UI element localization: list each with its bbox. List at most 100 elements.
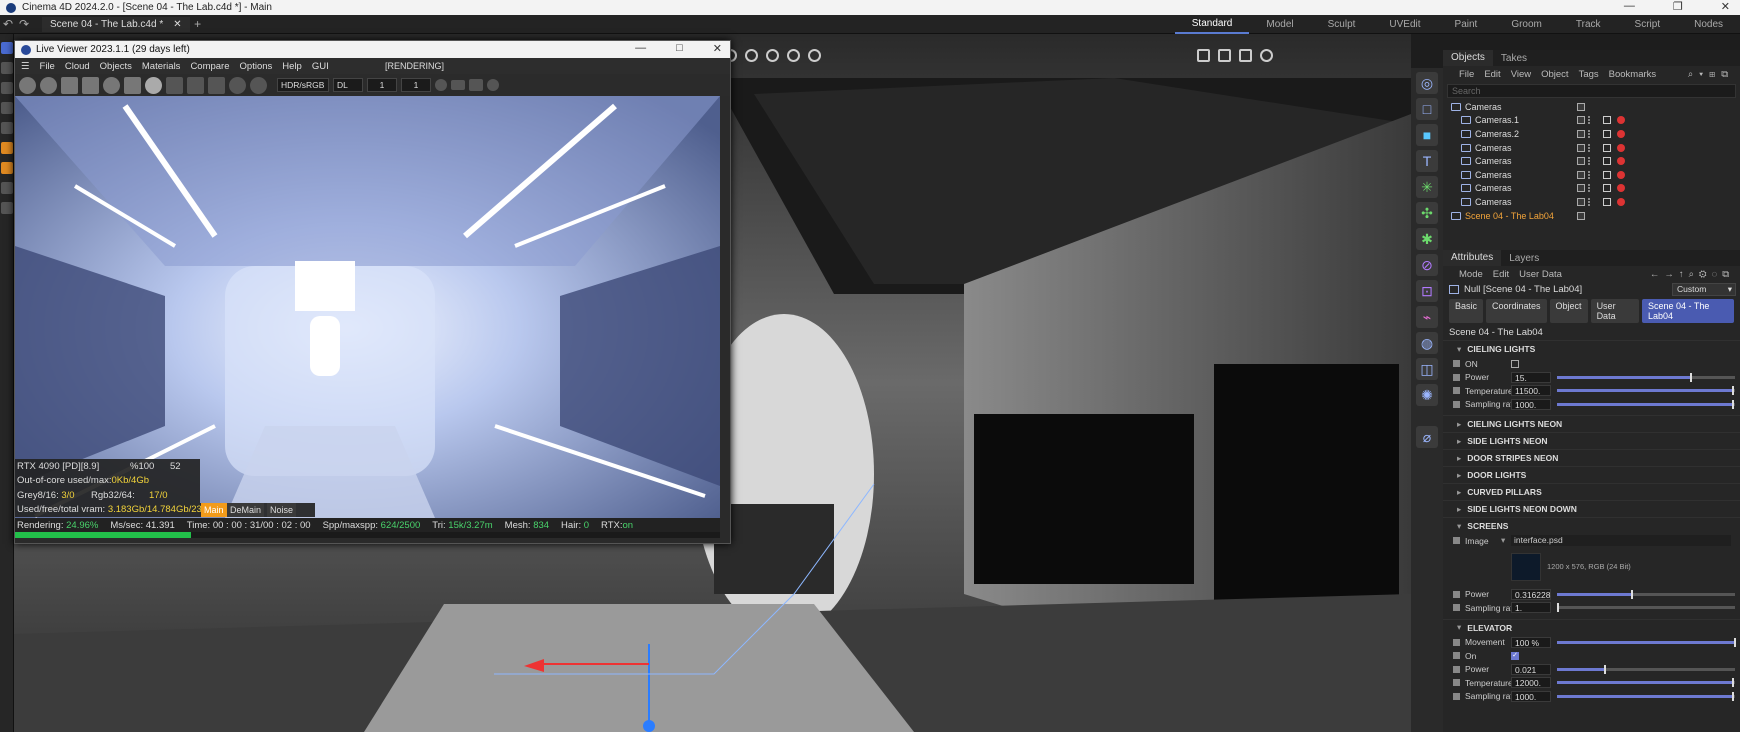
object-manager-tool-icons[interactable]: ⌕▾⊞⧉ [1688,69,1734,80]
document-tab[interactable]: Scene 04 - The Lab.c4d * ✕ [42,16,190,32]
object-row[interactable]: Cameras.2 [1443,127,1740,141]
object-row[interactable]: Cameras [1443,154,1740,168]
visibility-toggle[interactable] [1577,184,1585,193]
visibility-dots[interactable] [1588,170,1592,179]
object-row[interactable]: Cameras [1443,141,1740,155]
target-tag-icon[interactable] [1603,197,1611,206]
environment-icon[interactable]: ◍ [1416,332,1438,354]
settings-icon[interactable] [103,76,120,94]
lv-menu-cloud[interactable]: Cloud [65,61,90,72]
menu-file[interactable]: File [1459,69,1474,80]
lock-icon[interactable] [124,76,141,94]
menu-object[interactable]: Object [1541,69,1568,80]
axis-icon[interactable] [1,162,13,174]
elevator-power-field[interactable]: 0.021 [1511,663,1551,675]
render-gear-icon[interactable] [766,49,779,62]
chevron-down-icon[interactable]: ▾ [1501,535,1505,546]
screens-power-field[interactable]: 0.316228 [1511,588,1551,600]
page-object[interactable]: Object [1549,299,1588,323]
render-preview[interactable] [15,96,720,518]
pick-object-icon[interactable] [208,76,225,94]
rotate-tool-icon[interactable] [1,82,13,94]
channel-select[interactable]: HDR/sRGB [277,78,329,92]
region-render-icon[interactable] [82,76,99,94]
visibility-dots[interactable] [1588,197,1592,206]
demain-button[interactable]: DeMain [227,502,265,517]
move-tool-icon[interactable] [1,42,13,54]
visibility-toggle[interactable] [1577,143,1585,152]
lv-menu-help[interactable]: Help [282,61,302,72]
power-field[interactable]: 15. [1511,371,1551,383]
section-curved-pillars[interactable]: CURVED PILLARS [1443,483,1740,500]
menu-bookmarks[interactable]: Bookmarks [1609,69,1657,80]
elevator-temperature-field[interactable]: 12000. [1511,677,1551,689]
material-ball-icon[interactable] [145,76,162,94]
gear-icon[interactable] [19,76,36,94]
visibility-toggle[interactable] [1577,129,1585,138]
scale-tool-icon[interactable] [1,62,13,74]
camera-icon[interactable]: ◫ [1416,358,1438,380]
screens-power-slider[interactable] [1557,589,1735,599]
spline-icon[interactable]: ⌁ [1416,306,1438,328]
field-one[interactable]: 1 [367,78,397,92]
temperature-field[interactable]: 11500. [1511,385,1551,397]
on-checkbox[interactable] [1511,359,1519,368]
lv-menu-materials[interactable]: Materials [142,61,181,72]
visibility-toggle[interactable] [1577,170,1585,179]
lv-menu-compare[interactable]: Compare [190,61,229,72]
screens-sampling-field[interactable]: 1. [1511,602,1551,614]
sampling-slider[interactable] [1557,399,1735,409]
tab-layers[interactable]: Layers [1501,253,1547,264]
temperature-slider[interactable] [1557,386,1735,396]
lv-minimize-icon[interactable]: — [635,42,646,55]
visibility-dots[interactable] [1588,116,1592,125]
pick-material-icon[interactable] [187,76,204,94]
lv-menu-file[interactable]: File [40,61,55,72]
layout-sculpt[interactable]: Sculpt [1311,19,1373,30]
section-cieling-lights-neon[interactable]: CIELING LIGHTS NEON [1443,415,1740,432]
main-button[interactable]: Main [201,502,227,517]
power-slider[interactable] [1557,372,1735,382]
lv-close-icon[interactable]: ✕ [713,42,722,55]
pause-icon[interactable] [61,76,78,94]
visibility-toggle[interactable] [1577,116,1585,125]
visibility-dots[interactable] [1588,184,1592,193]
movement-field[interactable]: 100 % [1511,636,1551,648]
tab-takes[interactable]: Takes [1493,53,1535,64]
restore-icon[interactable]: ❐ [1673,0,1683,13]
menu-attr-edit[interactable]: Edit [1493,269,1509,280]
snap-icon[interactable] [1,142,13,154]
section-side-lights-neon-down[interactable]: SIDE LIGHTS NEON DOWN [1443,500,1740,517]
page-basic[interactable]: Basic [1449,299,1484,323]
octane-tag-icon[interactable] [1617,129,1625,138]
layout-model[interactable]: Model [1249,19,1310,30]
close-icon[interactable]: ✕ [1721,0,1730,13]
attribute-nav-icons[interactable]: ←→↑⌕⚙◌⧉ [1650,269,1734,280]
visibility-toggle[interactable] [1577,211,1585,220]
object-row[interactable]: Scene 04 - The Lab04 [1443,209,1740,223]
kernel-select[interactable]: DL [333,78,363,92]
elevator-on-checkbox[interactable]: ✓ [1511,651,1519,660]
visibility-dots[interactable] [1588,157,1592,166]
camera-snapshot-icon[interactable] [469,79,483,91]
octane-tag-icon[interactable] [1617,170,1625,179]
layout-paint[interactable]: Paint [1438,19,1495,30]
section-door-stripes-neon[interactable]: DOOR STRIPES NEON [1443,449,1740,466]
lv-menu-objects[interactable]: Objects [100,61,132,72]
live-viewer-title-bar[interactable]: Live Viewer 2023.1.1 (29 days left) — □ … [15,41,730,58]
pick-focus-icon[interactable] [166,76,183,94]
film-icon[interactable] [229,76,246,94]
gear-wheel-icon[interactable]: ⌀ [1416,426,1438,448]
render-picture-viewer-icon[interactable] [808,49,821,62]
clapper-icon[interactable] [1197,49,1210,62]
undo-icon[interactable]: ↶ [0,17,16,31]
octane-tag-icon[interactable] [1617,157,1625,166]
close-tab-icon[interactable]: ✕ [173,19,181,30]
clapper-render-icon[interactable] [1239,49,1252,62]
effector-icon[interactable]: ✱ [1416,228,1438,250]
sphere-icon[interactable] [487,79,499,91]
target-tag-icon[interactable] [1603,143,1611,152]
octane-tag-icon[interactable] [1617,116,1625,125]
lv-menu-options[interactable]: Options [240,61,273,72]
null-object-icon[interactable]: ◎ [1416,72,1438,94]
